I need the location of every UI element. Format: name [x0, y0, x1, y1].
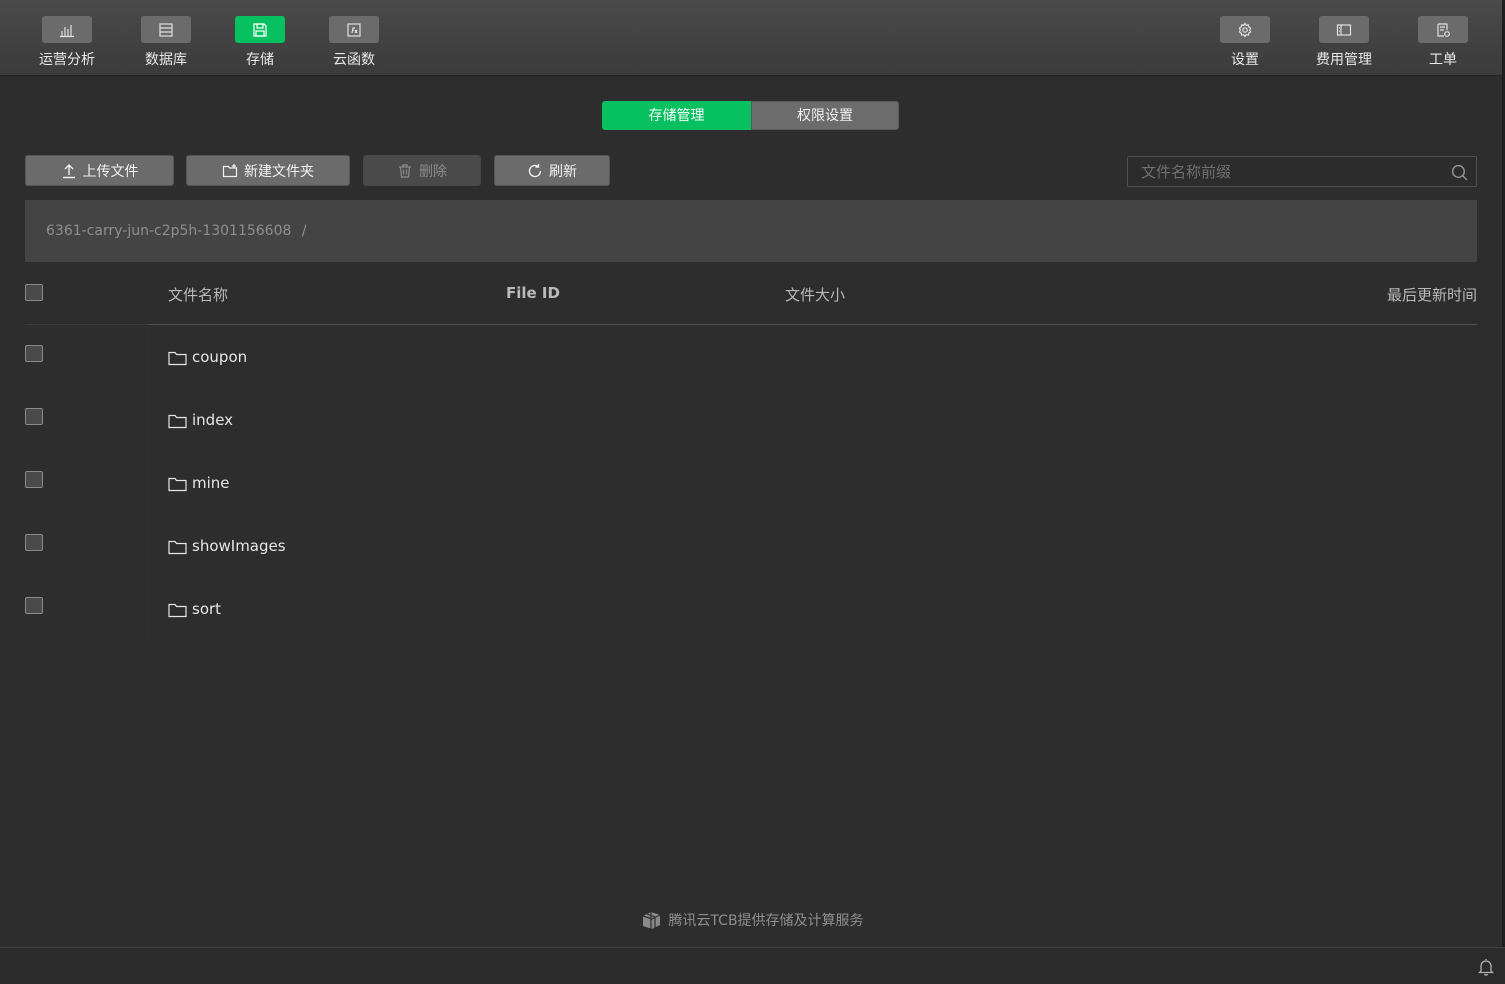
- column-header-name[interactable]: 文件名称: [168, 284, 228, 305]
- nav-cloud-function[interactable]: 云函数: [314, 16, 394, 69]
- table-row[interactable]: sort: [25, 577, 1477, 640]
- refresh-label: 刷新: [549, 163, 577, 180]
- status-bar: [0, 947, 1505, 984]
- database-icon: [141, 16, 191, 43]
- folder-icon: [168, 540, 187, 555]
- search-input[interactable]: [1128, 157, 1476, 186]
- nav-settings-label: 设置: [1231, 52, 1259, 68]
- table-row[interactable]: showImages: [25, 514, 1477, 577]
- nav-billing[interactable]: 费用管理: [1304, 16, 1384, 69]
- billing-icon: [1319, 16, 1369, 43]
- column-header-updated[interactable]: 最后更新时间: [1387, 284, 1477, 305]
- folder-link[interactable]: mine: [168, 473, 230, 492]
- bar-chart-icon: [42, 16, 92, 43]
- folder-icon: [168, 414, 187, 429]
- folder-link[interactable]: coupon: [168, 347, 247, 366]
- refresh-icon: [528, 163, 542, 177]
- column-header-size[interactable]: 文件大小: [785, 284, 845, 305]
- search-icon[interactable]: [1451, 164, 1468, 181]
- delete-button[interactable]: 删除: [363, 155, 481, 186]
- row-checkbox[interactable]: [25, 408, 43, 425]
- new-folder-button[interactable]: 新建文件夹: [186, 155, 350, 186]
- folder-name: sort: [192, 599, 222, 618]
- breadcrumb: 6361-carry-jun-c2p5h-1301156608 /: [25, 200, 1477, 262]
- footer-text: 腾讯云TCB提供存储及计算服务: [668, 912, 864, 929]
- top-nav-bar: 运营分析 数据库 存储 云函数 设置 费用管理 工单: [0, 0, 1505, 76]
- trash-icon: [399, 163, 411, 178]
- new-folder-label: 新建文件夹: [244, 163, 314, 180]
- search-box: [1127, 156, 1477, 187]
- breadcrumb-bucket[interactable]: 6361-carry-jun-c2p5h-1301156608: [46, 223, 291, 239]
- folder-icon: [168, 477, 187, 492]
- table-row[interactable]: index: [25, 388, 1477, 451]
- folder-name: coupon: [192, 347, 248, 366]
- table-row[interactable]: coupon: [25, 325, 1477, 388]
- folder-icon: [168, 603, 187, 618]
- bell-icon[interactable]: [1478, 958, 1494, 976]
- footer: 腾讯云TCB提供存储及计算服务: [0, 909, 1505, 930]
- table-row[interactable]: mine: [25, 451, 1477, 514]
- folder-name: index: [192, 410, 234, 429]
- nav-database-label: 数据库: [145, 52, 187, 68]
- row-checkbox[interactable]: [25, 534, 43, 551]
- folder-link[interactable]: showImages: [168, 536, 286, 555]
- table-header: 文件名称 File ID 文件大小 最后更新时间: [25, 276, 1477, 324]
- nav-ticket-label: 工单: [1429, 52, 1457, 68]
- nav-storage-label: 存储: [246, 52, 274, 68]
- tencent-cloud-logo-icon: [643, 912, 661, 929]
- ticket-icon: [1418, 16, 1468, 43]
- breadcrumb-separator: /: [301, 223, 307, 239]
- select-all-checkbox[interactable]: [25, 284, 43, 301]
- nav-settings[interactable]: 设置: [1205, 16, 1285, 69]
- folder-link[interactable]: sort: [168, 599, 221, 618]
- row-checkbox[interactable]: [25, 597, 43, 614]
- delete-label: 删除: [419, 163, 447, 180]
- upload-file-label: 上传文件: [82, 163, 139, 180]
- folder-name: mine: [192, 473, 230, 492]
- row-checkbox[interactable]: [25, 345, 43, 362]
- folder-icon: [168, 351, 187, 366]
- gear-icon: [1220, 16, 1270, 43]
- storage-icon: [235, 16, 285, 43]
- tab-storage-management[interactable]: 存储管理: [602, 101, 751, 130]
- nav-billing-label: 费用管理: [1316, 52, 1372, 68]
- cloud-function-icon: [329, 16, 379, 43]
- column-header-file-id: File ID: [506, 284, 560, 302]
- tab-permission-settings[interactable]: 权限设置: [751, 101, 899, 130]
- nav-ticket[interactable]: 工单: [1403, 16, 1483, 69]
- refresh-button[interactable]: 刷新: [494, 155, 610, 186]
- nav-storage[interactable]: 存储: [220, 16, 300, 69]
- upload-file-button[interactable]: 上传文件: [25, 155, 174, 186]
- nav-analytics[interactable]: 运营分析: [27, 16, 107, 69]
- folder-link[interactable]: index: [168, 410, 233, 429]
- new-folder-icon: [222, 163, 238, 177]
- upload-icon: [62, 163, 75, 178]
- row-checkbox[interactable]: [25, 471, 43, 488]
- nav-database[interactable]: 数据库: [126, 16, 206, 69]
- nav-cloud-function-label: 云函数: [333, 52, 375, 68]
- folder-name: showImages: [192, 536, 286, 555]
- nav-analytics-label: 运营分析: [39, 52, 95, 68]
- storage-tabs: 存储管理 权限设置: [602, 101, 899, 130]
